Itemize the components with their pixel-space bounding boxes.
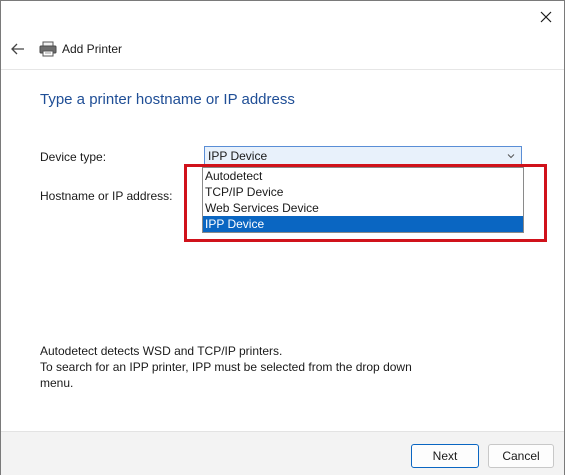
chevron-down-icon (507, 154, 515, 159)
next-button[interactable]: Next (411, 444, 479, 468)
help-line-1: Autodetect detects WSD and TCP/IP printe… (40, 344, 283, 358)
add-printer-window: Add Printer Type a printer hostname or I… (0, 0, 565, 475)
dropdown-option-autodetect[interactable]: Autodetect (203, 168, 523, 184)
dropdown-option-web-services[interactable]: Web Services Device (203, 200, 523, 216)
back-button[interactable] (7, 38, 29, 60)
help-line-3: menu. (40, 376, 74, 390)
cancel-button[interactable]: Cancel (488, 444, 554, 468)
help-line-2: To search for an IPP printer, IPP must b… (40, 360, 412, 374)
device-type-value: IPP Device (208, 149, 268, 163)
device-type-dropdown-list: Autodetect TCP/IP Device Web Services De… (202, 167, 524, 233)
dropdown-option-tcpip[interactable]: TCP/IP Device (203, 184, 523, 200)
window-title: Add Printer (62, 42, 123, 56)
close-button[interactable] (532, 5, 560, 29)
page-heading: Type a printer hostname or IP address (40, 91, 295, 108)
dropdown-option-ipp[interactable]: IPP Device (203, 216, 523, 232)
footer-bar (1, 431, 564, 475)
hostname-label: Hostname or IP address: (40, 189, 173, 203)
close-icon (540, 11, 552, 23)
device-type-label: Device type: (40, 150, 107, 164)
wizard-header: Add Printer (1, 29, 564, 69)
header-divider (1, 69, 564, 70)
printer-icon (39, 40, 57, 58)
back-arrow-icon (11, 43, 24, 55)
device-type-select[interactable]: IPP Device (204, 146, 522, 166)
help-text: Autodetect detects WSD and TCP/IP printe… (40, 343, 430, 391)
